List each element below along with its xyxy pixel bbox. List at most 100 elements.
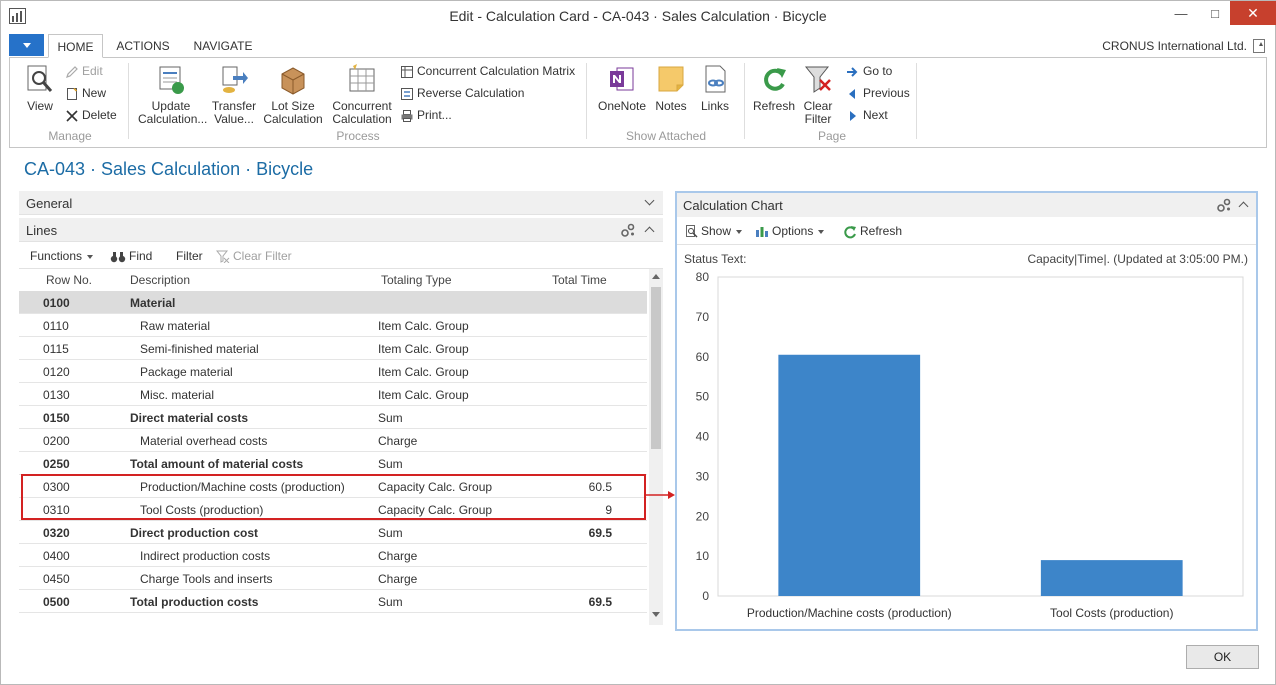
find-button[interactable]: Find — [110, 249, 152, 263]
options-menu[interactable]: Options — [755, 224, 825, 238]
maximize-button[interactable]: □ — [1198, 1, 1232, 25]
tab-home[interactable]: HOME — [48, 34, 103, 58]
clear-filter-button[interactable]: Clear Filter — [800, 64, 836, 126]
table-row[interactable]: 0250 Total amount of material costs Sum — [19, 452, 647, 475]
next-button[interactable]: Next — [846, 106, 888, 124]
row-no-cell[interactable]: 0115 — [43, 342, 69, 356]
app-menu-button[interactable] — [9, 34, 44, 56]
settings-icon[interactable] — [1216, 197, 1232, 213]
table-row[interactable]: 0450 Charge Tools and inserts Charge — [19, 567, 647, 590]
delete-button[interactable]: Delete — [65, 106, 117, 124]
settings-icon[interactable] — [620, 222, 636, 238]
general-fasttab[interactable]: General — [19, 191, 663, 215]
filter-button[interactable]: Filter — [176, 249, 203, 263]
row-no-cell[interactable]: 0150 — [43, 411, 70, 425]
column-header-row-no[interactable]: Row No. — [46, 273, 92, 287]
description-cell[interactable]: Raw material — [140, 319, 210, 333]
description-cell[interactable]: Direct production cost — [130, 526, 258, 540]
clear-filter-lines-button[interactable]: Clear Filter — [215, 249, 292, 264]
table-row[interactable]: 0115 Semi-finished material Item Calc. Gro… — [19, 337, 647, 360]
reverse-calculation-button[interactable]: Reverse Calculation — [400, 84, 524, 102]
clear-filter-label: Clear Filter — [233, 249, 292, 263]
row-no-cell[interactable]: 0200 — [43, 434, 70, 448]
row-no-cell[interactable]: 0110 — [43, 319, 69, 333]
calculation-bar-chart[interactable]: 0 10 20 30 40 50 60 70 80 Production/Machine cost… — [677, 267, 1256, 629]
chevron-up-icon[interactable] — [1238, 201, 1249, 212]
table-row[interactable]: 0110 Raw material Item Calc. Group — [19, 314, 647, 337]
row-no-cell[interactable]: 0450 — [43, 572, 70, 586]
links-button[interactable]: Links — [694, 64, 736, 113]
notes-button[interactable]: Notes — [650, 64, 692, 113]
table-row[interactable]: 0130 Misc. material Item Calc. Group — [19, 383, 647, 406]
description-cell[interactable]: Package material — [140, 365, 233, 379]
close-button[interactable]: ✕ — [1230, 1, 1276, 25]
table-row[interactable]: 0150 Direct material costs Sum — [19, 406, 647, 429]
totaling-type-cell[interactable]: Sum — [378, 526, 403, 540]
row-no-cell[interactable]: 0400 — [43, 549, 70, 563]
go-to-button[interactable]: Go to — [846, 62, 892, 80]
description-cell[interactable]: Direct material costs — [130, 411, 248, 425]
row-no-cell[interactable]: 0250 — [43, 457, 70, 471]
chart-refresh-button[interactable]: Refresh — [843, 224, 902, 239]
table-row[interactable]: 0120 Package material Item Calc. Group — [19, 360, 647, 383]
totaling-type-cell[interactable]: Sum — [378, 457, 403, 471]
show-menu[interactable]: Show — [685, 224, 743, 238]
concurrent-calculation-button[interactable]: Concurrent Calculation — [328, 64, 396, 126]
description-cell[interactable]: Charge Tools and inserts — [140, 572, 273, 586]
lines-scrollbar[interactable] — [649, 269, 663, 625]
description-cell[interactable]: Semi-finished material — [140, 342, 259, 356]
row-no-cell[interactable]: 0320 — [43, 526, 70, 540]
new-button[interactable]: New — [65, 84, 106, 102]
view-button[interactable]: View — [18, 64, 62, 113]
tab-actions[interactable]: ACTIONS — [109, 34, 177, 58]
update-calculation-button[interactable]: Update Calculation... — [138, 64, 207, 126]
column-header-total-time[interactable]: Total Time — [552, 273, 607, 287]
description-cell[interactable]: Total amount of material costs — [130, 457, 303, 471]
minimize-button[interactable]: — — [1164, 1, 1198, 25]
tab-navigate[interactable]: NAVIGATE — [185, 34, 261, 58]
chevron-up-icon[interactable] — [644, 226, 655, 237]
totaling-type-cell[interactable]: Sum — [378, 595, 403, 609]
description-cell[interactable]: Total production costs — [130, 595, 258, 609]
scroll-up-icon[interactable] — [652, 274, 660, 279]
row-no-cell[interactable]: 0130 — [43, 388, 70, 402]
table-row[interactable]: 0500 Total production costs Sum 69.5 — [19, 590, 647, 613]
help-icon[interactable] — [1253, 39, 1265, 53]
totaling-type-cell[interactable]: Item Calc. Group — [378, 388, 469, 402]
scroll-down-icon[interactable] — [652, 612, 660, 617]
lot-size-calculation-button[interactable]: Lot Size Calculation — [262, 64, 324, 126]
totaling-type-cell[interactable]: Item Calc. Group — [378, 342, 469, 356]
chevron-down-icon[interactable] — [644, 195, 655, 206]
totaling-type-cell[interactable]: Sum — [378, 411, 403, 425]
ok-button[interactable]: OK — [1186, 645, 1259, 669]
description-cell[interactable]: Material — [130, 296, 175, 310]
edit-button[interactable]: Edit — [65, 62, 103, 80]
scrollbar-thumb[interactable] — [651, 287, 661, 449]
description-cell[interactable]: Material overhead costs — [140, 434, 267, 448]
transfer-value-button[interactable]: Transfer Value... — [208, 64, 260, 126]
column-header-description[interactable]: Description — [130, 273, 190, 287]
concurrent-calculation-matrix-button[interactable]: Concurrent Calculation Matrix — [400, 62, 575, 80]
description-cell[interactable]: Misc. material — [140, 388, 214, 402]
totaling-type-cell[interactable]: Item Calc. Group — [378, 365, 469, 379]
total-time-cell[interactable]: 69.5 — [539, 526, 612, 540]
row-no-cell[interactable]: 0120 — [43, 365, 70, 379]
onenote-button[interactable]: OneNote — [594, 64, 650, 113]
totaling-type-cell[interactable]: Charge — [378, 572, 417, 586]
totaling-type-cell[interactable]: Charge — [378, 549, 417, 563]
table-row[interactable]: 0400 Indirect production costs Charge — [19, 544, 647, 567]
refresh-button[interactable]: Refresh — [752, 64, 796, 113]
row-no-cell[interactable]: 0100 — [43, 296, 70, 310]
description-cell[interactable]: Indirect production costs — [140, 549, 270, 563]
print-button[interactable]: Print... — [400, 106, 452, 124]
table-row[interactable]: 0100 Material — [19, 291, 647, 314]
totaling-type-cell[interactable]: Charge — [378, 434, 417, 448]
previous-button[interactable]: Previous — [846, 84, 910, 102]
table-row[interactable]: 0200 Material overhead costs Charge — [19, 429, 647, 452]
total-time-cell[interactable]: 69.5 — [539, 595, 612, 609]
column-header-totaling-type[interactable]: Totaling Type — [381, 273, 452, 287]
table-row[interactable]: 0320 Direct production cost Sum 69.5 — [19, 521, 647, 544]
totaling-type-cell[interactable]: Item Calc. Group — [378, 319, 469, 333]
row-no-cell[interactable]: 0500 — [43, 595, 70, 609]
functions-menu[interactable]: Functions — [30, 249, 94, 263]
